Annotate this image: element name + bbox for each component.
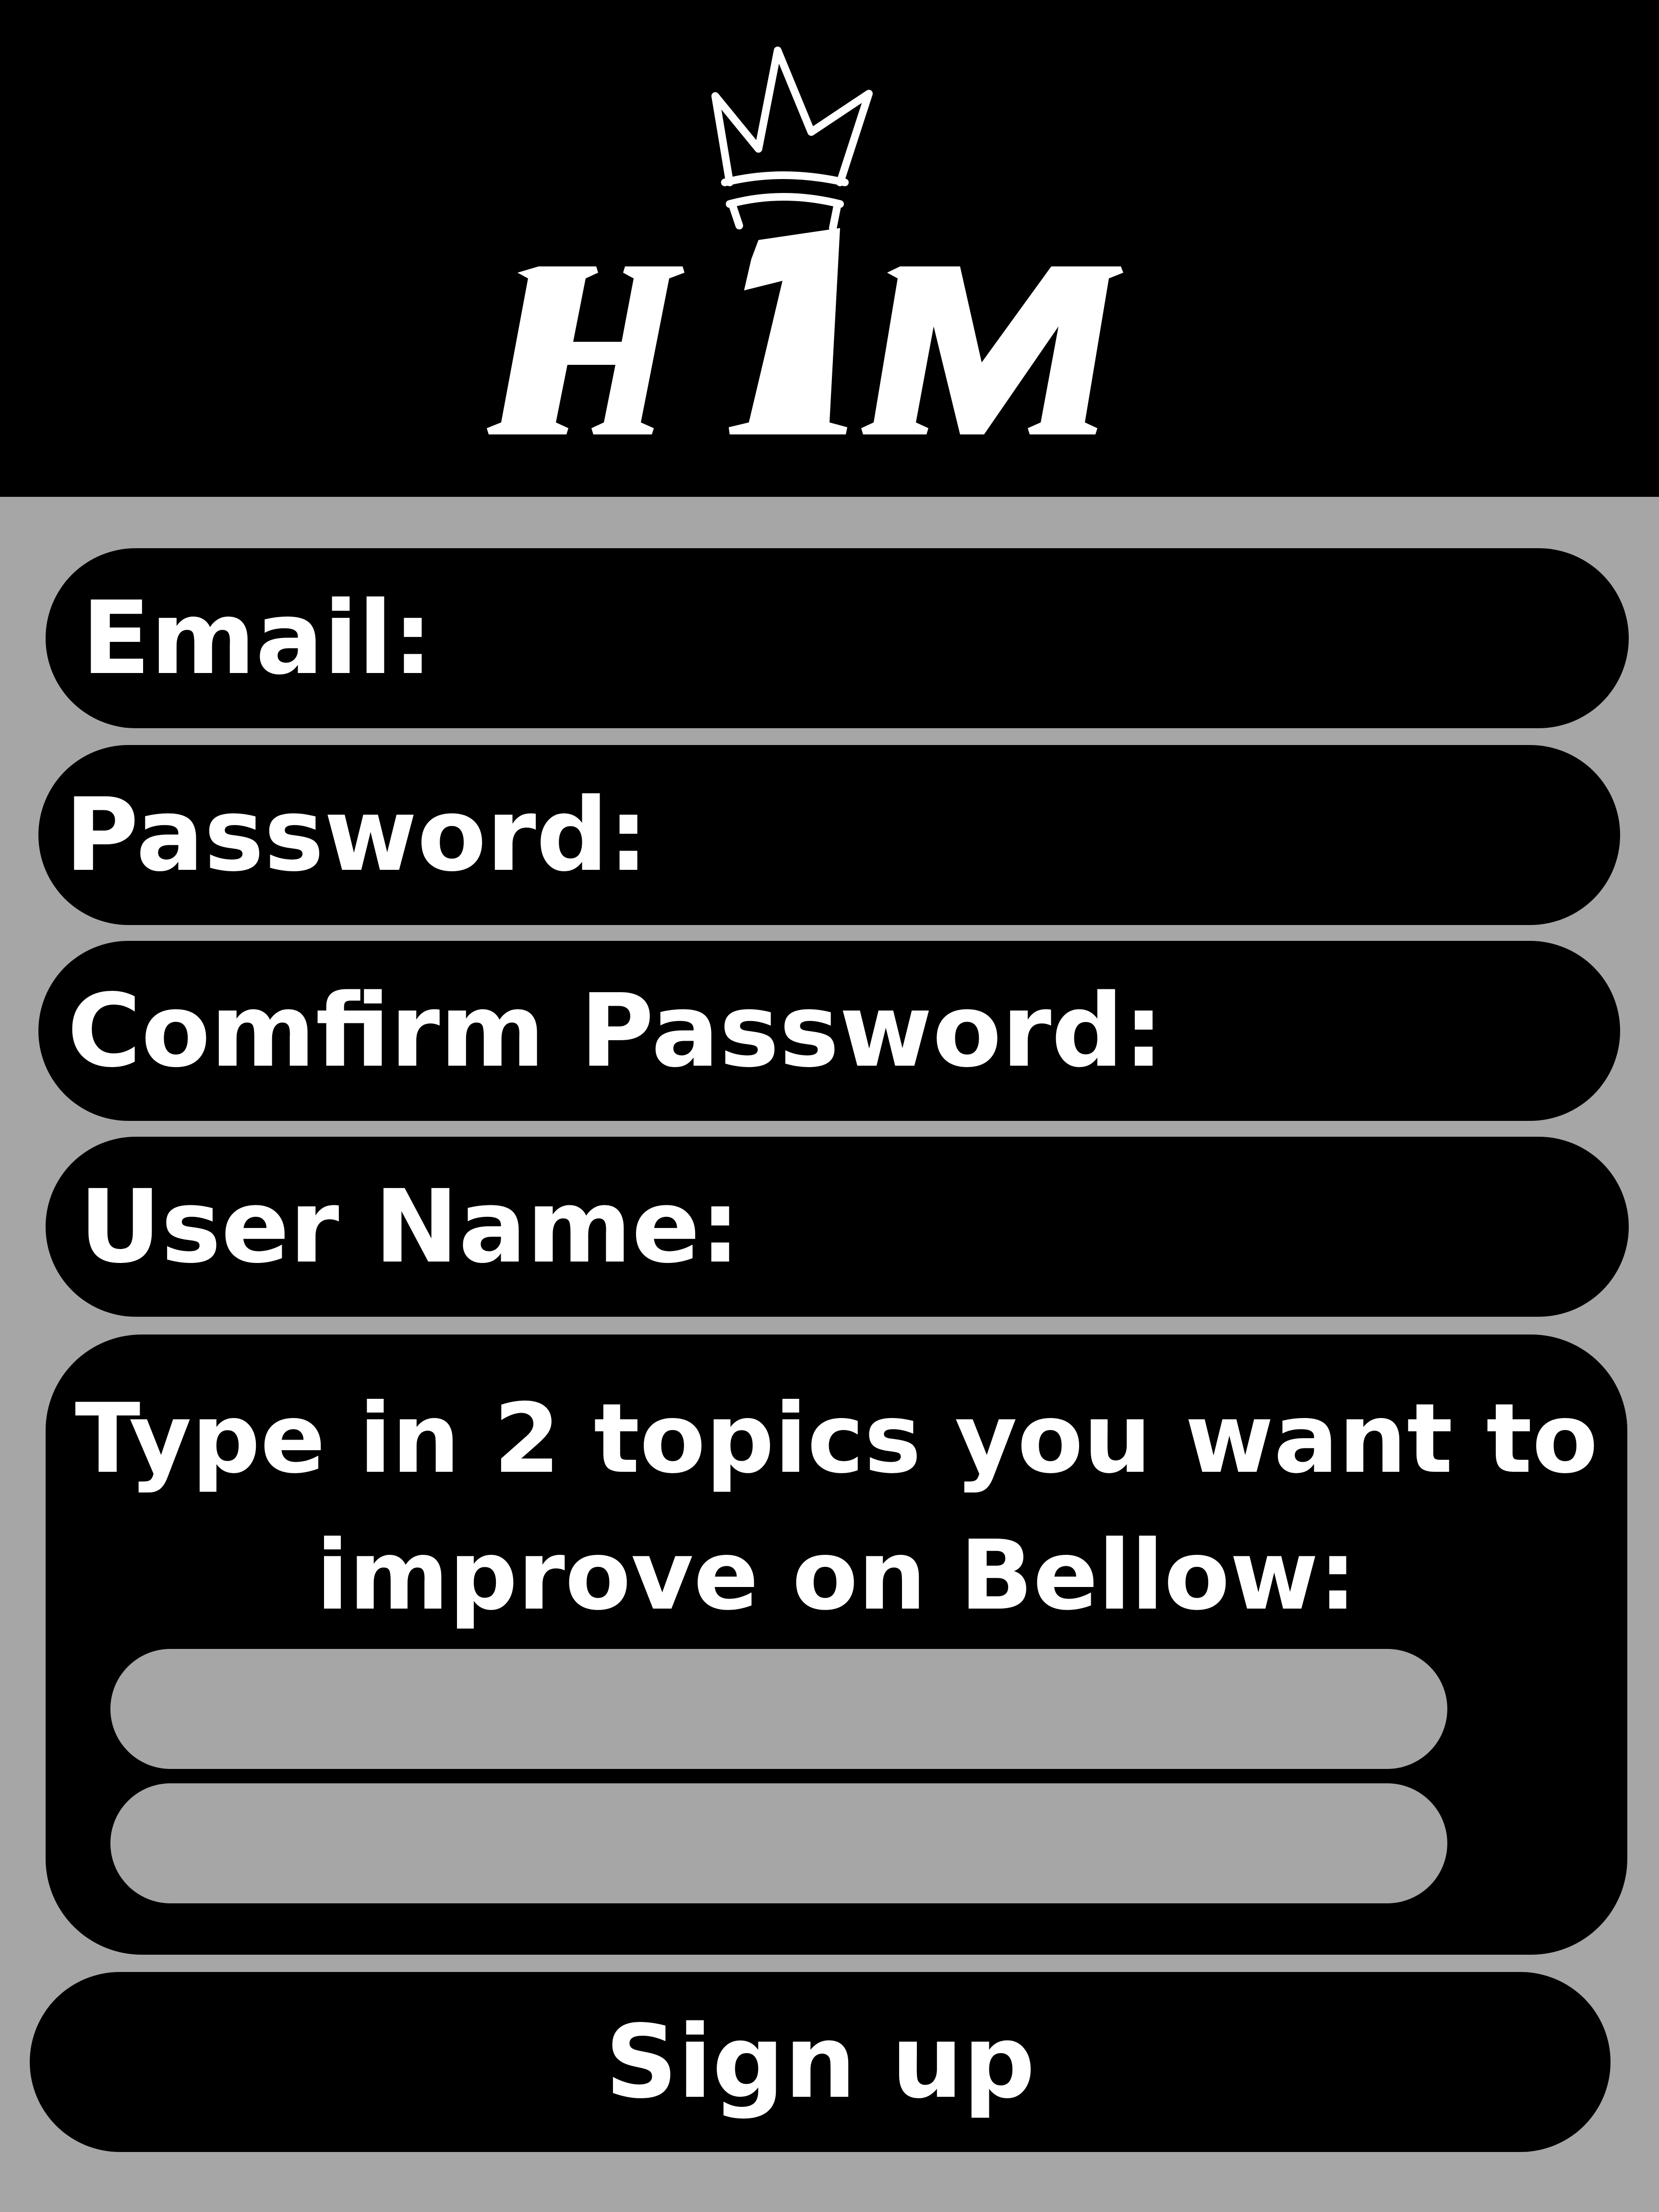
password-label: Password: <box>65 776 649 894</box>
topic-input-1[interactable] <box>110 1649 1447 1769</box>
crown-icon <box>711 47 873 232</box>
username-label: User Name: <box>79 1167 741 1286</box>
signup-button[interactable]: Sign up <box>30 1972 1611 2152</box>
topics-prompt-line2: improve on Bellow: <box>316 1520 1357 1632</box>
header <box>0 0 1659 497</box>
logo-letter-m <box>861 266 1123 434</box>
topic-input-2[interactable] <box>110 1783 1447 1903</box>
password-field[interactable]: Password: <box>38 745 1620 925</box>
email-field[interactable]: Email: <box>46 548 1629 728</box>
topics-prompt-line1: Type in 2 topics you want to <box>75 1383 1598 1495</box>
confirm-password-label: Comfirm Password: <box>67 972 1164 1090</box>
logo-letter-h <box>487 266 685 434</box>
app-logo <box>487 47 1123 434</box>
logo-letter-1 <box>729 228 847 434</box>
topics-panel: Type in 2 topics you want to improve on … <box>46 1334 1627 1955</box>
username-field[interactable]: User Name: <box>46 1137 1629 1317</box>
topics-prompt: Type in 2 topics you want to improve on … <box>46 1370 1627 1644</box>
confirm-password-field[interactable]: Comfirm Password: <box>38 941 1620 1121</box>
email-label: Email: <box>82 579 433 697</box>
